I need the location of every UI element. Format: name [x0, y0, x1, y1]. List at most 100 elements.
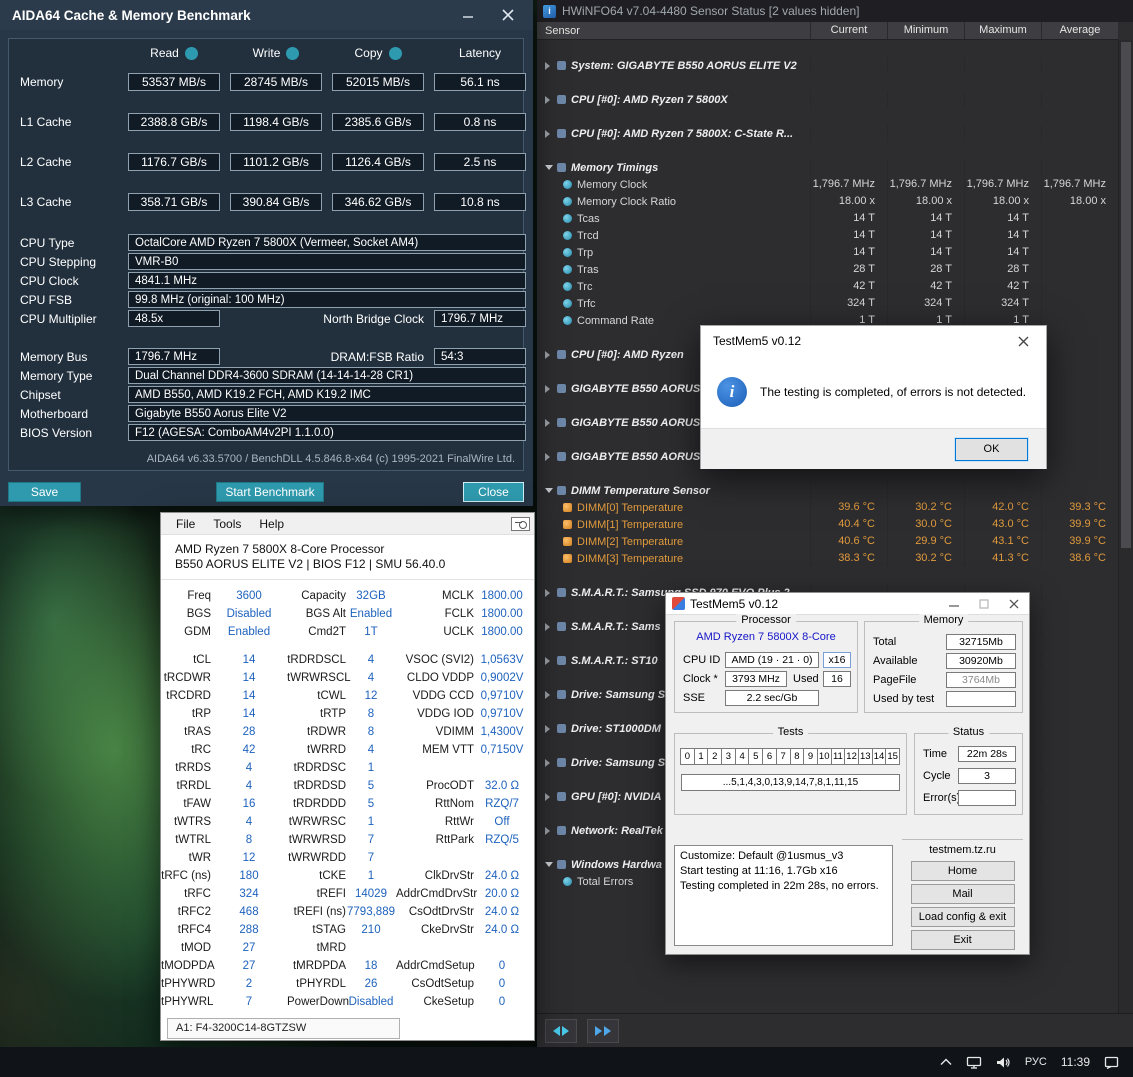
menu-item[interactable]: File	[167, 515, 204, 533]
ok-button[interactable]: OK	[954, 436, 1029, 462]
sensor-row[interactable]: CPU [#0]: AMD Ryzen 7 5800X: C-State R..…	[537, 125, 1118, 142]
close-button[interactable]	[999, 593, 1029, 615]
expand-arrow-icon[interactable]	[545, 453, 557, 461]
sensor-row[interactable]: Trc 42 T 42 T 42 T	[537, 278, 1118, 295]
column-header-sensor[interactable]: Sensor	[537, 25, 810, 37]
info-icon[interactable]	[388, 46, 402, 60]
info-icon[interactable]	[286, 46, 300, 60]
menu-item[interactable]: Help	[250, 515, 293, 533]
tm5-action-button[interactable]: Home	[910, 861, 1015, 881]
expand-arrow-icon[interactable]	[545, 589, 557, 597]
expand-arrow-icon[interactable]	[545, 623, 557, 631]
timing-value: 1	[367, 762, 375, 774]
minimize-button[interactable]	[939, 593, 969, 615]
expand-arrow-icon[interactable]	[545, 725, 557, 733]
column-header-current[interactable]: Current	[810, 22, 887, 39]
expand-arrow-icon[interactable]	[545, 488, 557, 493]
elapsed-time-value: 22m 28s	[958, 746, 1016, 762]
expand-arrow-icon[interactable]	[545, 862, 557, 867]
dialog-titlebar[interactable]: TestMem5 v0.12	[701, 326, 1046, 356]
swap-columns-button[interactable]	[545, 1018, 577, 1043]
arrow-right-icon	[562, 1025, 569, 1036]
scrollbar-thumb[interactable]	[1121, 42, 1131, 548]
close-icon	[1018, 336, 1029, 346]
hwinfo-titlebar[interactable]: HWiNFO64 v7.04-4480 Sensor Status [2 val…	[537, 0, 1133, 22]
benchmark-row: L1 Cache 2388.8 GB/s 1198.4 GB/s 2385.6 …	[20, 102, 526, 142]
column-header-average[interactable]: Average	[1041, 22, 1118, 39]
start-benchmark-button[interactable]: Start Benchmark	[216, 482, 324, 502]
field-label: Memory Bus	[20, 349, 88, 364]
sensor-row[interactable]: Tras 28 T 28 T 28 T	[537, 261, 1118, 278]
website-link[interactable]: testmem.tz.ru	[902, 844, 1023, 856]
expand-arrow-icon[interactable]	[545, 130, 557, 138]
timings-row: tRRDL 4 tRDRDSD 5 ProcODT 32.0 Ω	[161, 777, 534, 795]
tm5-action-button[interactable]: Load config & exit	[910, 907, 1015, 927]
expand-arrow-icon[interactable]	[545, 657, 557, 665]
sensor-row[interactable]: DIMM[3] Temperature 38.3 °C 30.2 °C 41.3…	[537, 550, 1118, 567]
col-header-read: Read	[150, 46, 179, 60]
tm5-action-button[interactable]: Exit	[910, 930, 1015, 950]
timing-value: 7	[367, 834, 375, 846]
sensor-row[interactable]: CPU [#0]: AMD Ryzen 7 5800X	[537, 91, 1118, 108]
sensor-row[interactable]: DIMM Temperature Sensor	[537, 482, 1118, 499]
close-window-button[interactable]: Close	[463, 482, 524, 502]
value-maximum: 14 T	[964, 210, 1041, 227]
sensor-label: Tcas	[577, 212, 600, 225]
timing-value: 3600	[236, 590, 262, 602]
sensor-row[interactable]: Memory Clock 1,796.7 MHz 1,796.7 MHz 1,7…	[537, 176, 1118, 193]
hwinfo-title: HWiNFO64 v7.04-4480 Sensor Status [2 val…	[562, 4, 860, 18]
expand-arrow-icon[interactable]	[545, 793, 557, 801]
network-tray-icon[interactable]	[966, 1056, 982, 1069]
show-hidden-icons-button[interactable]	[940, 1058, 952, 1066]
timing-label: tRCDRD	[166, 690, 211, 702]
expand-arrow-icon[interactable]	[545, 96, 557, 104]
expand-arrow-icon[interactable]	[545, 419, 557, 427]
sensor-row[interactable]: DIMM[2] Temperature 40.6 °C 29.9 °C 43.1…	[537, 533, 1118, 550]
action-center-button[interactable]	[1104, 1056, 1119, 1069]
timing-value: 8	[245, 834, 253, 846]
expand-arrow-icon[interactable]	[545, 62, 557, 70]
expand-arrow-icon[interactable]	[545, 385, 557, 393]
language-indicator[interactable]: РУС	[1025, 1056, 1047, 1068]
clock[interactable]: 11:39	[1061, 1055, 1090, 1069]
memory-module-selector[interactable]: A1: F4-3200C14-8GTZSW	[167, 1018, 400, 1039]
timing-label: tREFI	[316, 888, 346, 900]
sensor-row[interactable]: Trfc 324 T 324 T 324 T	[537, 295, 1118, 312]
column-header-minimum[interactable]: Minimum	[887, 22, 964, 39]
sensor-row[interactable]: DIMM[0] Temperature 39.6 °C 30.2 °C 42.0…	[537, 499, 1118, 516]
timing-value: 1T	[364, 626, 378, 638]
close-button[interactable]	[1001, 326, 1046, 356]
sensor-row[interactable]: System: GIGABYTE B550 AORUS ELITE V2	[537, 57, 1118, 74]
minimize-button[interactable]	[455, 4, 481, 26]
aida64-titlebar[interactable]: AIDA64 Cache & Memory Benchmark	[0, 0, 533, 30]
clock-label: Clock *	[683, 673, 718, 685]
sensor-row[interactable]: Trp 14 T 14 T 14 T	[537, 244, 1118, 261]
sensor-label: Windows Hardwa	[571, 858, 662, 871]
sensor-row[interactable]: Tcas 14 T 14 T 14 T	[537, 210, 1118, 227]
sensor-row[interactable]: DIMM[1] Temperature 40.4 °C 30.0 °C 43.0…	[537, 516, 1118, 533]
vertical-scrollbar[interactable]	[1118, 40, 1133, 1013]
screenshot-icon[interactable]	[511, 516, 530, 531]
expand-arrow-icon[interactable]	[545, 827, 557, 835]
sensor-row[interactable]: Memory Timings	[537, 159, 1118, 176]
save-button[interactable]: Save	[8, 482, 81, 502]
timing-label: tRC	[191, 744, 211, 756]
column-header-maximum[interactable]: Maximum	[964, 22, 1041, 39]
testmem5-titlebar[interactable]: TestMem5 v0.12	[666, 593, 1029, 615]
expand-arrow-icon[interactable]	[545, 759, 557, 767]
cpu-name-line: AMD Ryzen 7 5800X 8-Core Processor	[175, 542, 385, 556]
sensor-row[interactable]: Memory Clock Ratio 18.00 x 18.00 x 18.00…	[537, 193, 1118, 210]
menu-item[interactable]: Tools	[204, 515, 250, 533]
tm5-action-button[interactable]: Mail	[910, 884, 1015, 904]
scroll-values-button[interactable]	[587, 1018, 619, 1043]
col-header-write: Write	[252, 46, 281, 60]
timing-value: 18	[364, 960, 378, 972]
volume-tray-icon[interactable]	[996, 1056, 1011, 1069]
close-button[interactable]	[495, 4, 521, 26]
expand-arrow-icon[interactable]	[545, 165, 557, 170]
value-average: 39.3 °C	[1041, 499, 1118, 516]
info-icon[interactable]	[184, 46, 198, 60]
expand-arrow-icon[interactable]	[545, 691, 557, 699]
expand-arrow-icon[interactable]	[545, 351, 557, 359]
sensor-row[interactable]: Trcd 14 T 14 T 14 T	[537, 227, 1118, 244]
